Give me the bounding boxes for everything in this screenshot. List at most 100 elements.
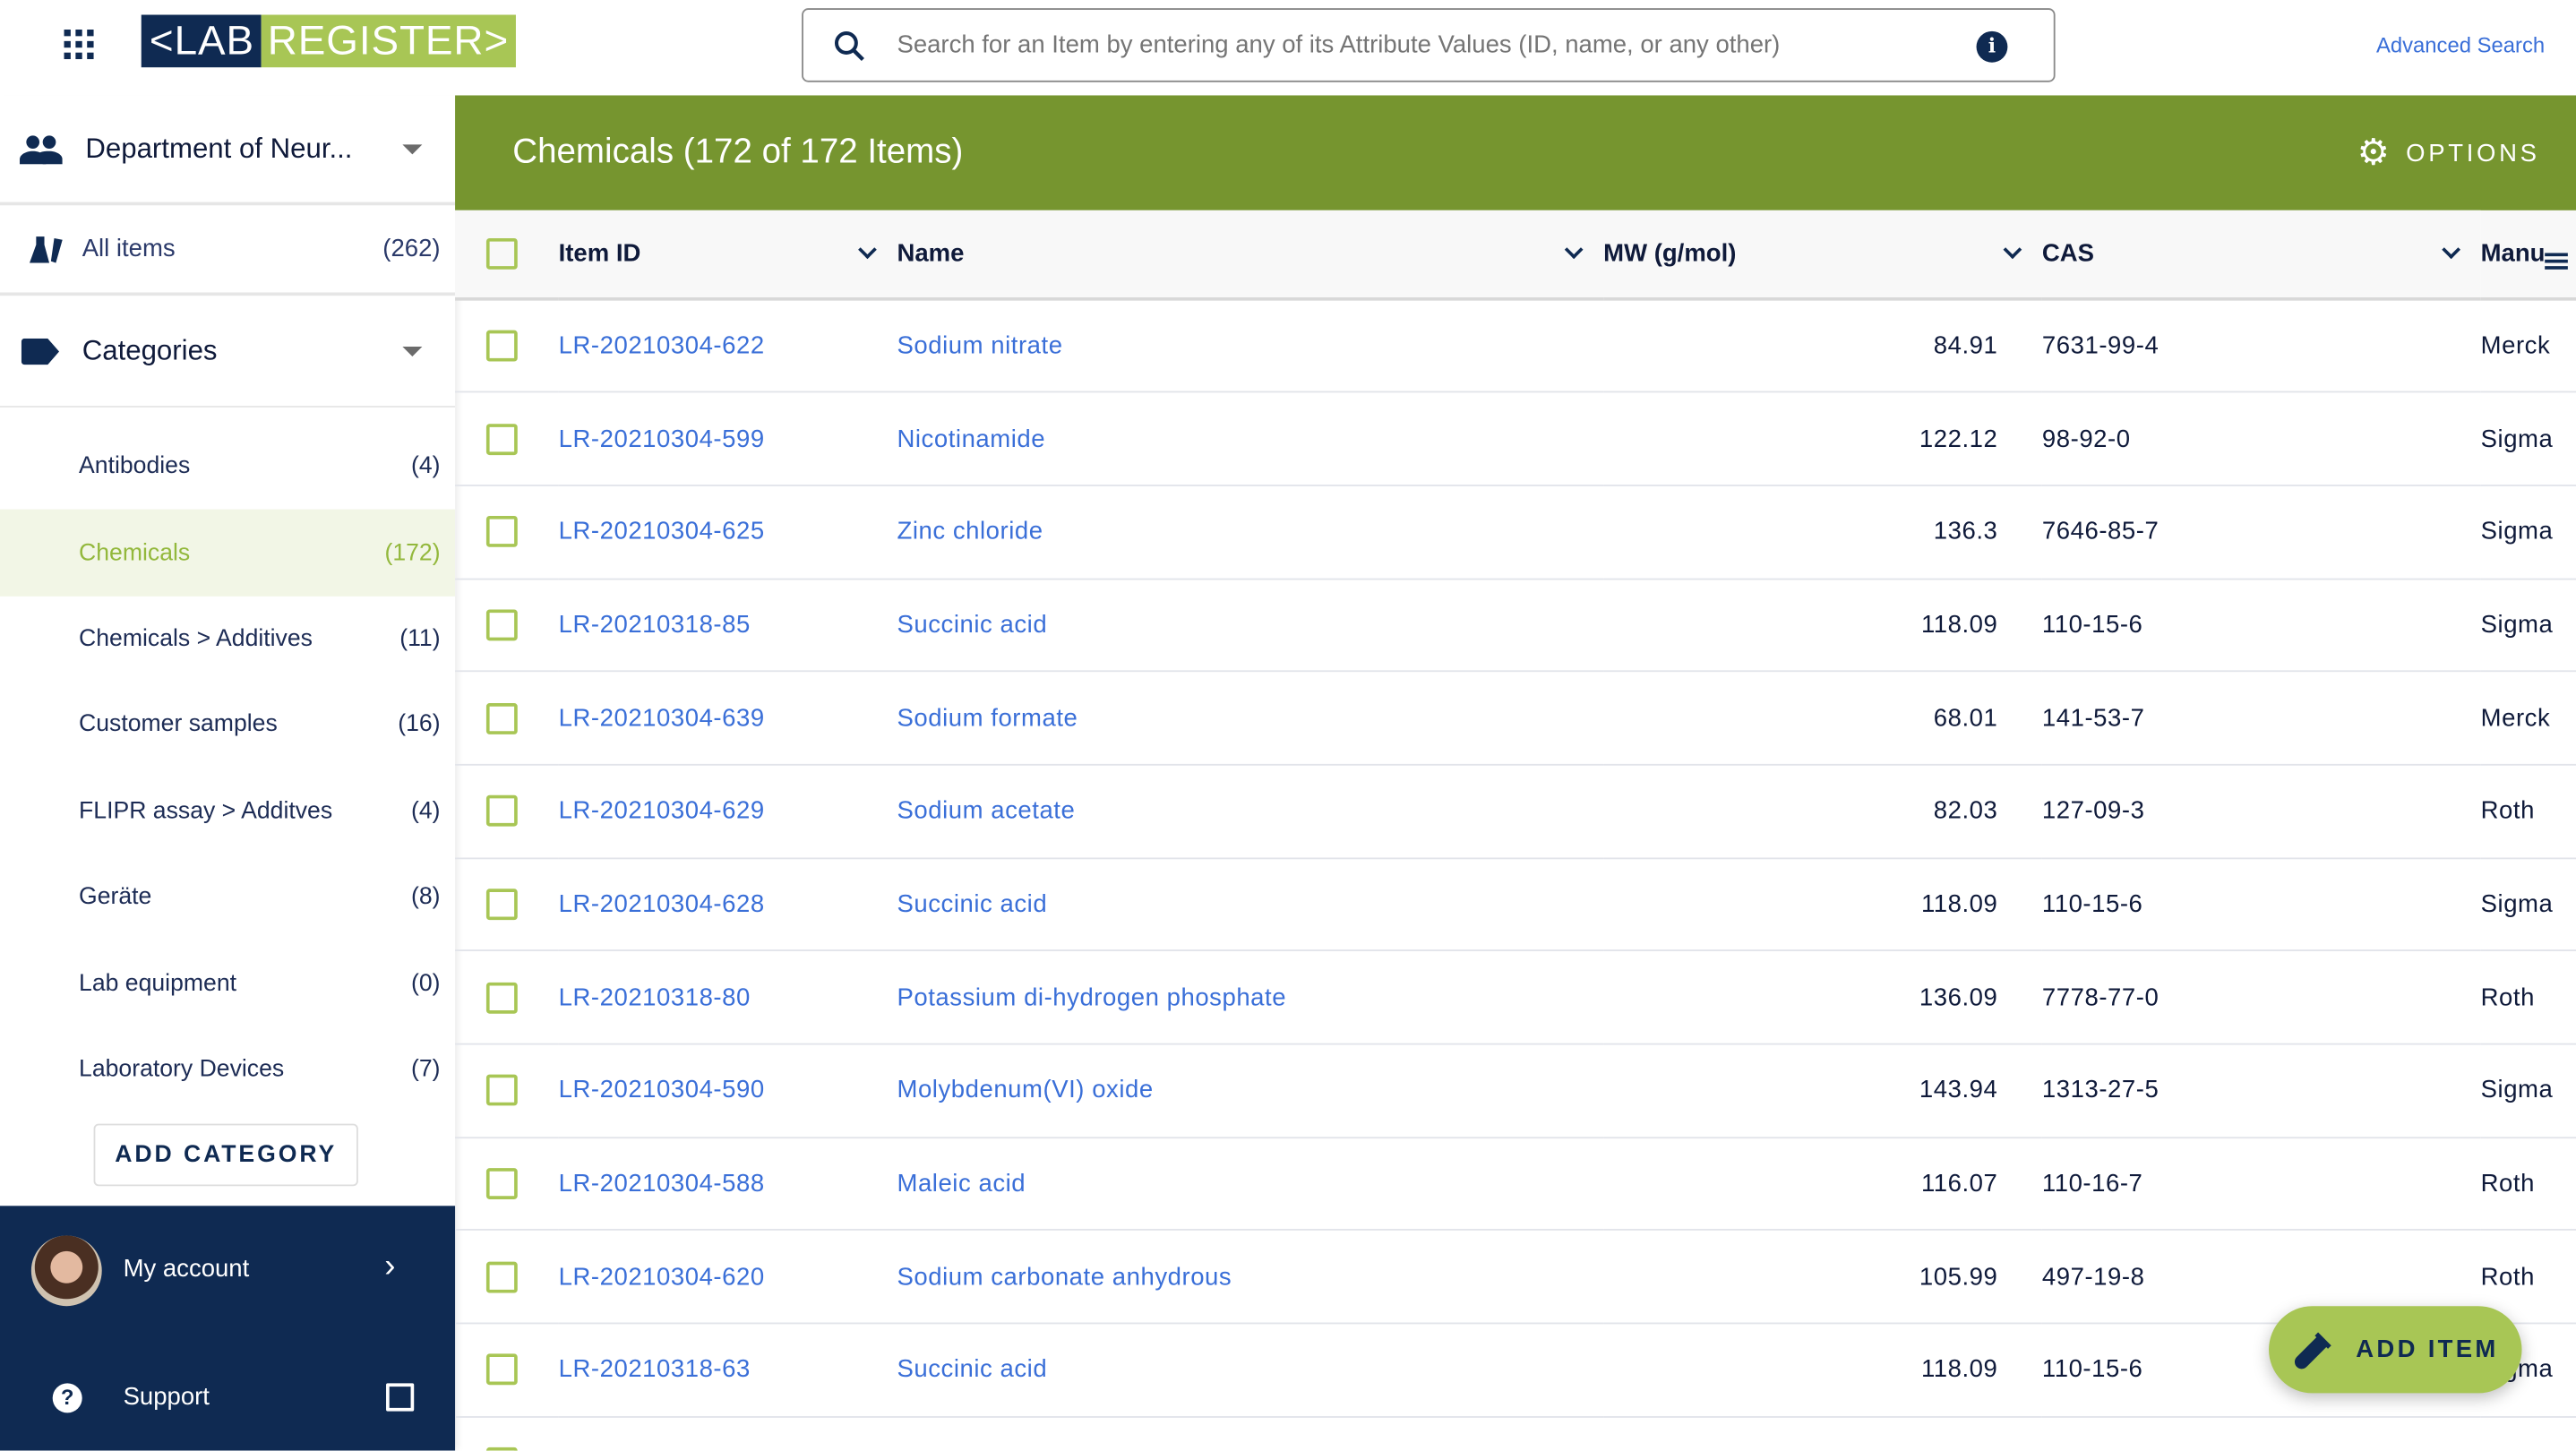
- row-checkbox[interactable]: [485, 982, 518, 1014]
- row-checkbox[interactable]: [485, 423, 518, 455]
- table-row[interactable]: LR-20210318-80 Potassium di-hydrogen pho…: [455, 950, 2576, 1045]
- item-id-link[interactable]: LR-20210304-588: [558, 1137, 897, 1232]
- manufacturer-cell: Roth: [2480, 950, 2576, 1045]
- sidebar-category[interactable]: Lab equipment (0): [0, 940, 455, 1026]
- cas-cell: 98-92-0: [2041, 391, 2481, 486]
- sidebar-category[interactable]: Laboratory Devices (7): [0, 1026, 455, 1112]
- advanced-search-link[interactable]: Advanced Search: [2376, 33, 2545, 58]
- column-header-cas[interactable]: CAS: [2041, 210, 2481, 301]
- item-name-link[interactable]: Sodium carbonate anhydrous: [897, 1230, 1604, 1325]
- logo-right: REGISTER>: [261, 14, 516, 68]
- item-name-link[interactable]: Succinic acid: [897, 1323, 1604, 1418]
- top-bar: <LABREGISTER> i Advanced Search: [0, 0, 2576, 96]
- external-link-icon[interactable]: [386, 1383, 415, 1412]
- lab-register-logo[interactable]: <LAB REGISTER>: [141, 14, 516, 68]
- sidebar-category[interactable]: Chemicals > Additives (11): [0, 596, 455, 682]
- info-icon[interactable]: i: [1976, 30, 2008, 63]
- mw-cell: 118.09: [1603, 1323, 2042, 1418]
- item-name-link[interactable]: Sodium formate: [897, 671, 1604, 766]
- column-menu-icon[interactable]: [2545, 250, 2568, 273]
- item-name-link[interactable]: Succinic acid: [897, 578, 1604, 673]
- caret-down-icon: [402, 346, 423, 356]
- add-item-button[interactable]: ADD ITEM: [2269, 1306, 2522, 1394]
- item-id-link[interactable]: LR-20210318-80: [558, 950, 897, 1045]
- chevron-down-icon[interactable]: [2003, 240, 2022, 260]
- row-checkbox[interactable]: [485, 1075, 518, 1107]
- table-row[interactable]: LR-20210304-620 Sodium carbonate anhydro…: [455, 1230, 2576, 1325]
- row-checkbox[interactable]: [485, 1261, 518, 1292]
- category-label: Customer samples: [79, 711, 278, 739]
- table-row[interactable]: LR-20210304-622 Sodium nitrate 84.91 763…: [455, 298, 2576, 393]
- options-button[interactable]: ⚙ OPTIONS: [2357, 131, 2540, 173]
- table-row[interactable]: [455, 1416, 2576, 1451]
- chevron-down-icon[interactable]: [858, 240, 877, 260]
- sidebar-category[interactable]: Antibodies (4): [0, 424, 455, 510]
- sidebar-item-all-items[interactable]: All items (262): [0, 205, 456, 296]
- gear-icon: ⚙: [2357, 131, 2393, 173]
- sidebar-category[interactable]: Geräte (8): [0, 854, 455, 940]
- item-name-link[interactable]: Molybdenum(VI) oxide: [897, 1043, 1604, 1138]
- department-selector[interactable]: Department of Neur...: [0, 95, 456, 206]
- chevron-down-icon[interactable]: [2442, 240, 2461, 260]
- item-name-link[interactable]: Zinc chloride: [897, 485, 1604, 580]
- chevron-right-icon[interactable]: ›: [384, 1249, 395, 1286]
- table-row[interactable]: LR-20210304-625 Zinc chloride 136.3 7646…: [455, 485, 2576, 580]
- logo-left: <LAB: [141, 14, 262, 68]
- category-count: (4): [411, 797, 441, 825]
- support-link[interactable]: Support: [124, 1383, 210, 1411]
- item-name-link[interactable]: Maleic acid: [897, 1137, 1604, 1232]
- table-row[interactable]: LR-20210304-588 Maleic acid 116.07 110-1…: [455, 1137, 2576, 1232]
- sidebar-category[interactable]: FLIPR assay > Additves (4): [0, 768, 455, 854]
- chevron-down-icon[interactable]: [1564, 240, 1584, 260]
- item-id-link[interactable]: LR-20210304-620: [558, 1230, 897, 1325]
- row-checkbox[interactable]: [485, 795, 518, 828]
- table-row[interactable]: LR-20210318-63 Succinic acid 118.09 110-…: [455, 1323, 2576, 1418]
- table-row[interactable]: LR-20210304-628 Succinic acid 118.09 110…: [455, 857, 2576, 952]
- item-id-link[interactable]: LR-20210318-63: [558, 1323, 897, 1418]
- table-row[interactable]: LR-20210304-590 Molybdenum(VI) oxide 143…: [455, 1043, 2576, 1138]
- column-header-item-id[interactable]: Item ID: [558, 210, 897, 301]
- row-checkbox[interactable]: [485, 609, 518, 641]
- column-header-mw[interactable]: MW (g/mol): [1603, 210, 2042, 301]
- item-id-link[interactable]: LR-20210304-629: [558, 764, 897, 859]
- item-name-link[interactable]: Nicotinamide: [897, 391, 1604, 486]
- item-id-link[interactable]: LR-20210304-639: [558, 671, 897, 766]
- item-id-link[interactable]: LR-20210304-599: [558, 391, 897, 486]
- sidebar-category[interactable]: Customer samples (16): [0, 683, 455, 768]
- search-input[interactable]: [897, 30, 1949, 60]
- item-id-link[interactable]: LR-20210304-590: [558, 1043, 897, 1138]
- table-row[interactable]: LR-20210304-629 Sodium acetate 82.03 127…: [455, 764, 2576, 859]
- table-row[interactable]: LR-20210304-639 Sodium formate 68.01 141…: [455, 671, 2576, 766]
- item-id-link[interactable]: LR-20210304-628: [558, 857, 897, 952]
- item-name-link[interactable]: Potassium di-hydrogen phosphate: [897, 950, 1604, 1045]
- row-checkbox[interactable]: [485, 1447, 518, 1451]
- select-all-checkbox[interactable]: [485, 237, 518, 270]
- add-category-button[interactable]: ADD CATEGORY: [93, 1123, 358, 1187]
- item-id-link[interactable]: LR-20210304-622: [558, 298, 897, 393]
- apps-grid-icon[interactable]: [64, 30, 94, 60]
- table-row[interactable]: LR-20210318-85 Succinic acid 118.09 110-…: [455, 578, 2576, 673]
- row-checkbox[interactable]: [485, 889, 518, 921]
- row-checkbox[interactable]: [485, 702, 518, 734]
- row-checkbox[interactable]: [485, 516, 518, 548]
- column-header-name[interactable]: Name: [897, 210, 1604, 301]
- table-row[interactable]: LR-20210304-599 Nicotinamide 122.12 98-9…: [455, 391, 2576, 486]
- row-checkbox[interactable]: [485, 330, 518, 362]
- item-name-link[interactable]: Sodium acetate: [897, 764, 1604, 859]
- my-account-link[interactable]: My account: [124, 1255, 250, 1283]
- categories-header[interactable]: Categories: [0, 296, 456, 408]
- row-checkbox[interactable]: [485, 1354, 518, 1386]
- category-label: Laboratory Devices: [79, 1056, 285, 1083]
- sidebar-category-active[interactable]: Chemicals (172): [0, 510, 456, 597]
- row-checkbox[interactable]: [485, 1168, 518, 1200]
- item-id-link[interactable]: LR-20210304-625: [558, 485, 897, 580]
- item-name-link[interactable]: Succinic acid: [897, 857, 1604, 952]
- cas-cell: 1313-27-5: [2041, 1043, 2481, 1138]
- title-band: Chemicals (172 of 172 Items) ⚙ OPTIONS: [455, 95, 2576, 210]
- item-id-link[interactable]: LR-20210318-85: [558, 578, 897, 673]
- cas-cell: 110-15-6: [2041, 857, 2481, 952]
- avatar[interactable]: [30, 1235, 102, 1307]
- mw-cell: 68.01: [1603, 671, 2042, 766]
- item-name-link[interactable]: Sodium nitrate: [897, 298, 1604, 393]
- manufacturer-cell: Roth: [2480, 1137, 2576, 1232]
